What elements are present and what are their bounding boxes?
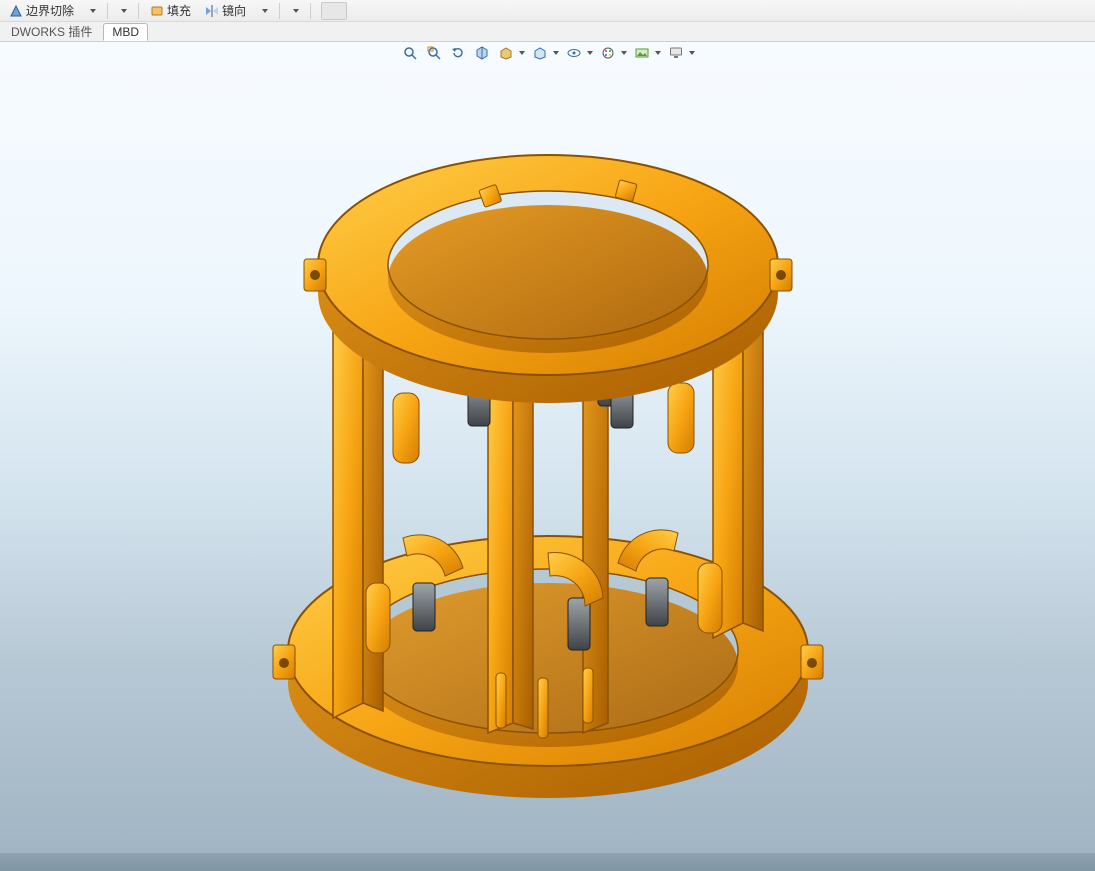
ribbon-dropdown-2[interactable]	[114, 2, 132, 20]
graphics-viewport[interactable]	[0, 42, 1095, 871]
fill-label: 填充	[167, 2, 191, 19]
prev-view-button[interactable]	[449, 44, 467, 62]
separator	[138, 3, 139, 19]
apply-scene-icon	[635, 46, 649, 60]
chevron-down-icon[interactable]	[655, 51, 661, 55]
hide-show-button[interactable]	[565, 44, 583, 62]
view-orient-icon	[499, 46, 513, 60]
chevron-down-icon[interactable]	[553, 51, 559, 55]
separator	[107, 3, 108, 19]
chevron-down-icon[interactable]	[587, 51, 593, 55]
zoom-window-button[interactable]	[425, 44, 443, 62]
chevron-down-icon	[262, 9, 268, 13]
prev-view-icon	[451, 46, 465, 60]
zoom-to-fit-icon	[403, 46, 417, 60]
chevron-down-icon	[293, 9, 299, 13]
fill-icon	[150, 4, 164, 18]
chevron-down-icon	[121, 9, 127, 13]
ribbon-dropdown-4[interactable]	[286, 2, 304, 20]
chevron-down-icon	[90, 9, 96, 13]
cad-model	[238, 83, 858, 863]
chevron-down-icon[interactable]	[519, 51, 525, 55]
zoom-to-fit-button[interactable]	[401, 44, 419, 62]
tab-mbd[interactable]: MBD	[103, 23, 148, 41]
display-style-icon	[533, 46, 547, 60]
apply-scene-button[interactable]	[633, 44, 651, 62]
boundary-cut-label: 边界切除	[26, 2, 74, 19]
eye-icon	[567, 46, 581, 60]
zoom-window-icon	[427, 46, 441, 60]
mirror-button[interactable]: 镜向	[200, 2, 251, 20]
ribbon-dropdown-1[interactable]	[83, 2, 101, 20]
ribbon-blank-button[interactable]	[321, 2, 347, 20]
view-orient-button[interactable]	[497, 44, 515, 62]
section-view-icon	[475, 46, 489, 60]
monitor-icon	[669, 46, 683, 60]
appearance-icon	[601, 46, 615, 60]
mirror-label: 镜向	[222, 2, 246, 19]
ribbon-dropdown-3[interactable]	[255, 2, 273, 20]
boundary-cut-icon	[9, 4, 23, 18]
separator	[310, 3, 311, 19]
fill-button[interactable]: 填充	[145, 2, 196, 20]
tab-dworks-plugin[interactable]: DWORKS 插件	[2, 23, 101, 41]
tab-mbd-label: MBD	[112, 25, 139, 39]
ribbon-commands: 边界切除 填充 镜向	[0, 0, 1095, 22]
chevron-down-icon[interactable]	[689, 51, 695, 55]
command-manager-tabs: DWORKS 插件 MBD	[0, 22, 1095, 42]
view-settings-button[interactable]	[667, 44, 685, 62]
separator	[279, 3, 280, 19]
tab-dworks-plugin-label: DWORKS 插件	[11, 23, 92, 40]
mirror-icon	[205, 4, 219, 18]
chevron-down-icon[interactable]	[621, 51, 627, 55]
edit-appearance-button[interactable]	[599, 44, 617, 62]
display-style-button[interactable]	[531, 44, 549, 62]
heads-up-toolbar	[397, 42, 699, 64]
viewport-floor-gradient	[0, 853, 1095, 871]
boundary-cut-button[interactable]: 边界切除	[4, 2, 79, 20]
section-view-button[interactable]	[473, 44, 491, 62]
